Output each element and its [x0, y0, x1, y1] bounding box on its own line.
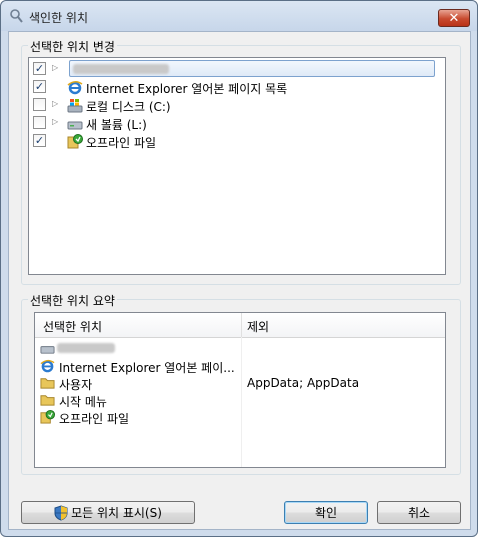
column-header-location[interactable]: 선택한 위치: [43, 318, 102, 335]
ok-label: 확인: [314, 506, 338, 520]
tree-row-blurred[interactable]: ✓ ▷: [29, 60, 445, 78]
window-title: 색인한 위치: [29, 11, 89, 25]
summary-group-label: 선택한 위치 요약: [28, 292, 117, 309]
summary-row[interactable]: 사용자 AppData; AppData: [35, 374, 445, 392]
checkbox[interactable]: ✓: [33, 80, 46, 93]
summary-row[interactable]: Internet Explorer 열어본 페이...: [35, 357, 445, 375]
checkbox[interactable]: ✓: [33, 134, 46, 147]
summary-location: 오프라인 파일: [59, 412, 130, 426]
summary-exclude: AppData; AppData: [247, 376, 360, 390]
expand-arrow-icon[interactable]: ▷: [52, 117, 58, 126]
checkbox[interactable]: ✓: [33, 62, 46, 75]
tree-row-local-disk-c[interactable]: ▷ 로컬 디스크 (C:): [29, 96, 445, 114]
drive-icon: [40, 346, 55, 354]
locations-tree[interactable]: ✓ ▷ ✓ Internet Explorer 열어본 페이지 목록 ▷ 로컬 …: [28, 57, 446, 275]
blurred-label: [73, 64, 169, 74]
offline-files-icon: [40, 409, 55, 424]
cancel-label: 취소: [407, 506, 431, 520]
tree-item-label: 로컬 디스크 (C:): [86, 100, 171, 114]
search-index-icon: [10, 9, 23, 23]
summary-row[interactable]: 시작 메뉴: [35, 391, 445, 409]
summary-header: 선택한 위치 제외: [35, 313, 445, 338]
column-divider[interactable]: [241, 313, 242, 337]
tree-item-label: Internet Explorer 열어본 페이지 목록: [86, 82, 288, 96]
internet-explorer-icon: [40, 359, 55, 373]
close-button[interactable]: ✕: [438, 9, 470, 27]
internet-explorer-icon: [67, 81, 83, 95]
checkbox[interactable]: [33, 98, 46, 111]
folder-icon: [40, 395, 55, 406]
checkbox[interactable]: [33, 116, 46, 129]
tree-row-ie-history[interactable]: ✓ Internet Explorer 열어본 페이지 목록: [29, 78, 445, 96]
blurred-label: [57, 343, 115, 353]
summary-list[interactable]: 선택한 위치 제외 Internet Explorer 열어본 페이... 사용…: [34, 312, 446, 468]
offline-files-icon: [67, 134, 83, 149]
summary-row[interactable]: 오프라인 파일: [35, 408, 445, 426]
show-all-locations-label: 모든 위치 표시(S): [71, 506, 162, 520]
change-locations-group-label: 선택한 위치 변경: [28, 38, 117, 55]
tree-item-label: 새 볼륨 (L:): [86, 118, 147, 132]
expand-arrow-icon[interactable]: ▷: [52, 63, 58, 72]
title-bar[interactable]: 색인한 위치 ✕: [1, 1, 477, 31]
windows-drive-icon: [67, 99, 83, 113]
expand-arrow-icon[interactable]: ▷: [52, 99, 58, 108]
tree-item-label: 오프라인 파일: [86, 136, 157, 150]
uac-shield-icon: [54, 504, 68, 521]
tree-row-offline-files[interactable]: ✓ 오프라인 파일: [29, 132, 445, 150]
indexed-locations-dialog: 색인한 위치 ✕ 선택한 위치 변경 ✓ ▷ ✓ Internet Explor…: [0, 0, 478, 537]
show-all-locations-button[interactable]: 모든 위치 표시(S): [21, 501, 195, 524]
drive-icon: [67, 121, 83, 130]
ok-button[interactable]: 확인: [284, 501, 368, 524]
cancel-button[interactable]: 취소: [377, 501, 461, 524]
close-icon: ✕: [448, 10, 460, 26]
column-header-exclude[interactable]: 제외: [247, 318, 269, 335]
folder-icon: [40, 378, 55, 389]
summary-row[interactable]: [35, 340, 445, 357]
tree-row-new-volume-l[interactable]: ▷ 새 볼륨 (L:): [29, 114, 445, 132]
